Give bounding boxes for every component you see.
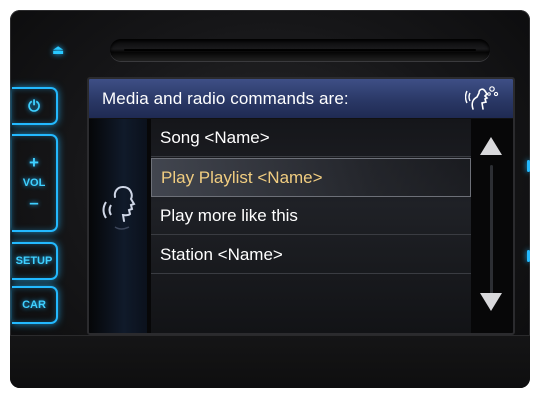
screen-header: Media and radio commands are: xyxy=(89,79,513,119)
eject-icon[interactable]: ⏏ xyxy=(52,43,64,56)
volume-rocker[interactable]: + VOL – xyxy=(12,134,58,232)
list-item[interactable]: Station <Name> xyxy=(151,236,471,274)
list-item-label: Play Playlist <Name> xyxy=(161,168,323,187)
list-item-label: Song <Name> xyxy=(160,128,270,147)
list-item-label: Play more like this xyxy=(160,206,298,225)
touch-screen: Media and radio commands are: Song <Name… xyxy=(87,77,515,335)
list-item[interactable]: Play more like this xyxy=(151,197,471,235)
setup-button[interactable]: SETUP xyxy=(12,242,58,280)
list-item[interactable]: Song <Name> xyxy=(151,119,471,157)
speaking-head-icon xyxy=(102,186,136,230)
scroll-up-icon[interactable] xyxy=(480,137,502,155)
command-list: Song <Name> Play Playlist <Name> Play mo… xyxy=(151,119,471,333)
list-item-label: Station <Name> xyxy=(160,245,283,264)
voice-command-icon xyxy=(465,86,499,110)
scrollbar[interactable] xyxy=(477,119,507,333)
unit-bottom-bezel xyxy=(10,335,530,388)
car-button[interactable]: CAR xyxy=(12,286,58,324)
head-unit: ⏏ ⏻ + VOL – SETUP CAR Media and radio co… xyxy=(10,10,530,388)
cd-slot xyxy=(110,39,490,61)
voice-panel xyxy=(89,119,147,333)
scroll-down-icon[interactable] xyxy=(480,293,502,311)
volume-down-button[interactable]: – xyxy=(29,194,38,211)
power-icon: ⏻ xyxy=(28,97,40,115)
power-button[interactable]: ⏻ xyxy=(12,87,58,125)
scroll-track[interactable] xyxy=(490,165,493,295)
page-title: Media and radio commands are: xyxy=(102,89,349,108)
right-button-glow xyxy=(527,160,530,172)
volume-up-button[interactable]: + xyxy=(29,154,39,171)
volume-label: VOL xyxy=(22,177,46,189)
list-item-selected[interactable]: Play Playlist <Name> xyxy=(151,158,471,197)
right-button-glow xyxy=(527,250,530,262)
